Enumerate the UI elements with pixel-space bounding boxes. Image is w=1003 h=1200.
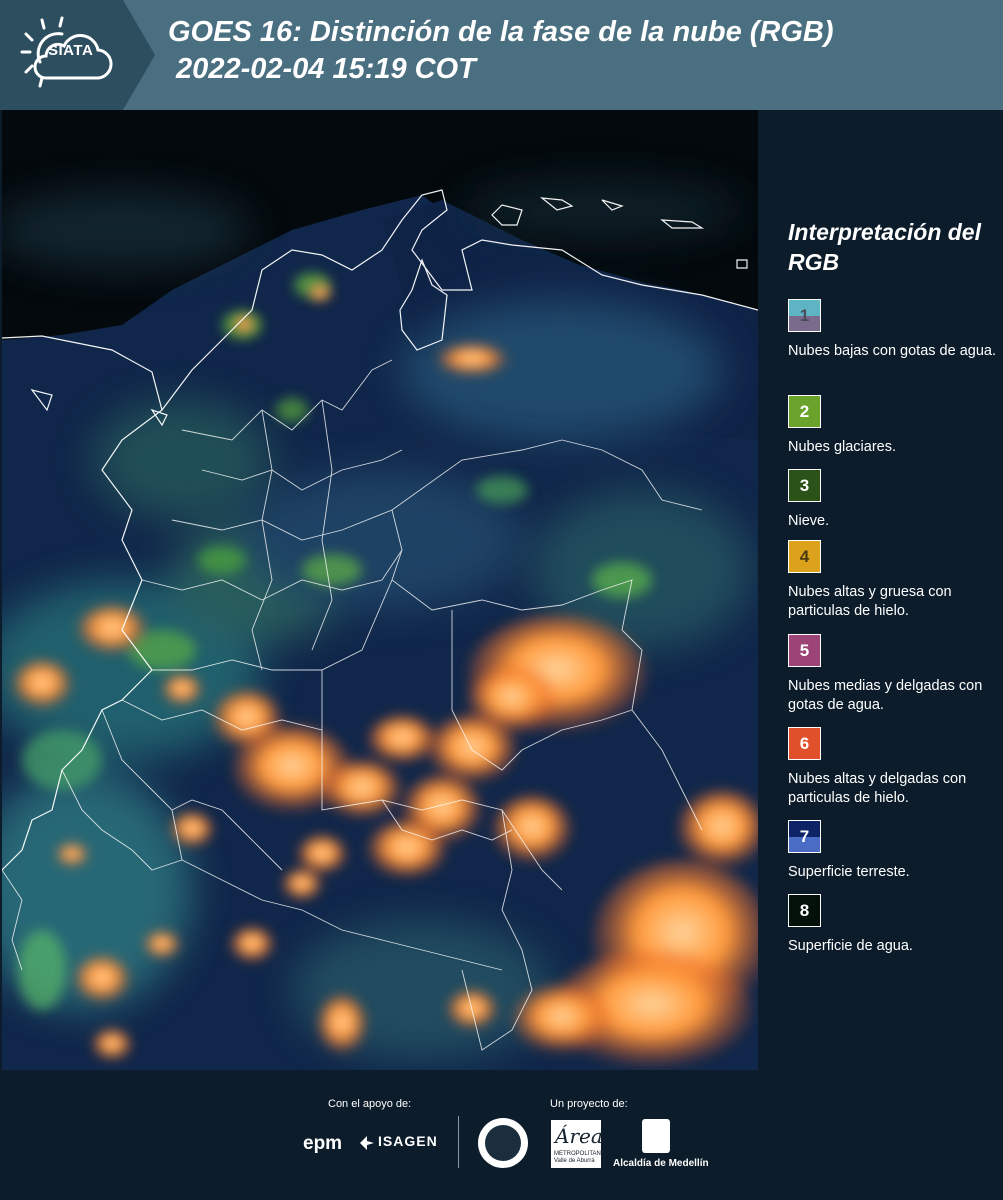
isagen-logo: ISAGEN [378,1133,438,1149]
swatch-number: 7 [799,827,810,846]
legend-label: Nubes altas y gruesa con particulas de h… [788,584,952,619]
legend-title: Interpretación del RGB [788,219,981,275]
swatch-number: 3 [799,476,810,495]
satellite-map [2,110,758,1070]
legend-swatch: 3 [788,469,821,502]
swatch-number: 2 [799,402,810,421]
epm-logo: epm [303,1133,343,1154]
siata-logo-text: SIATA [48,42,94,59]
alcaldia-label: Alcaldía de Medellín [613,1158,709,1169]
logo-tab: SIATA [0,0,155,110]
alcaldia-shield-icon [642,1119,670,1153]
legend-swatch: 8 [788,894,821,927]
page-title: GOES 16: Distinción de la fase de la nub… [168,14,834,88]
header: SIATA GOES 16: Distinción de la fase de … [0,0,1003,110]
legend-swatch: 2 [788,395,821,428]
legend-label: Nubes medias y delgadas con gotas de agu… [788,678,983,713]
title-line-1: GOES 16: Distinción de la fase de la nub… [168,16,834,48]
amva-script-text: Área [555,1124,603,1148]
legend-label: Nubes altas y delgadas con particulas de… [788,771,967,806]
footer: Con el apoyo de: Un proyecto de: epm ISA… [0,1070,1003,1200]
legend-label: Nieve. [788,513,830,529]
swatch-number: 5 [799,641,810,660]
footer-divider [458,1116,459,1168]
medellin-seal-logo [478,1118,528,1168]
map-svg [2,110,758,1070]
legend-label: Superficie de agua. [788,938,913,954]
legend-label: Superficie terreste. [788,864,910,880]
legend-swatch: 1 [788,299,821,332]
legend-swatch: 6 [788,727,821,760]
support-label: Con el apoyo de: [328,1098,412,1110]
legend-label: Nubes bajas con gotas de agua. [788,343,996,359]
swatch-number: 1 [799,306,810,325]
seal-inner [485,1125,521,1161]
swatch-number: 8 [799,901,810,920]
title-line-2: 2022-02-04 15:19 COT [168,53,476,85]
legend-panel: Interpretación del RGB 1 Nubes bajas con… [760,110,1003,1070]
isagen-icon [360,1136,374,1150]
legend-swatch: 7 [788,820,821,853]
legend-label: Nubes glaciares. [788,439,896,455]
project-label: Un proyecto de: [550,1098,628,1110]
legend-swatch: 4 [788,540,821,573]
swatch-number: 6 [799,734,810,753]
amva-subtitle: METROPOLITANA Valle de Aburrá [554,1151,605,1164]
area-metropolitana-logo: Área METROPOLITANA Valle de Aburrá [551,1120,605,1168]
legend-swatch: 5 [788,634,821,667]
swatch-number: 4 [799,547,810,566]
